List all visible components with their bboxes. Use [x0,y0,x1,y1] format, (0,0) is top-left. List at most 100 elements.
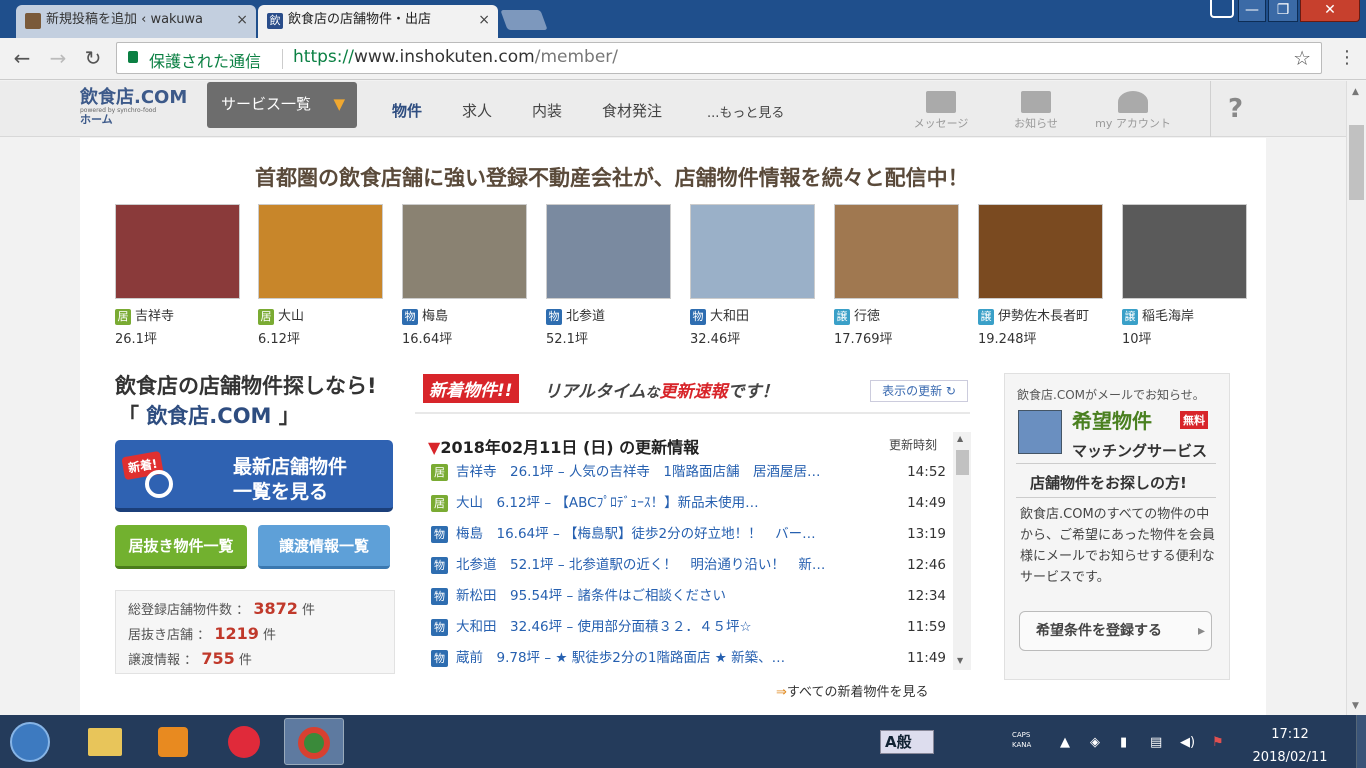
scroll-down-icon[interactable]: ▼ [1352,701,1359,711]
tab-new-post[interactable]: 新規投稿を追加 ‹ wakuwa × [16,5,256,38]
scroll-up-icon[interactable]: ▲ [957,434,963,443]
listing-label[interactable]: 物北参道 [546,305,671,325]
listing-thumbnail[interactable]: 物北参道 52.1坪 [546,204,671,347]
listing-label[interactable]: 譲行徳 [834,305,959,325]
close-tab-icon[interactable]: × [478,5,490,35]
profile-icon[interactable] [1210,0,1234,18]
update-row[interactable]: 物蔵前 9.78坪 – ★ 駅徒歩2分の1階路面店 ★ 新築、… 11:49 [431,648,946,670]
update-row[interactable]: 物大和田 32.46坪 – 使用部分面積３２．４５坪☆ 11:59 [431,617,946,639]
show-desktop-button[interactable] [1356,715,1366,768]
listing-photo[interactable] [546,204,671,299]
listing-thumbnail[interactable]: 物大和田 32.46坪 [690,204,815,347]
close-window-button[interactable]: ✕ [1300,0,1360,22]
update-row-link[interactable]: 吉祥寺 26.1坪 – 人気の吉祥寺 1階路面店舗 居酒屋居… [456,462,876,482]
listing-label[interactable]: 譲稲毛海岸 [1122,305,1247,325]
scroll-down-icon[interactable]: ▼ [957,656,963,665]
minimize-button[interactable]: — [1238,0,1266,22]
action-center-icon[interactable]: ⚑ [1212,735,1224,750]
update-row[interactable]: 居吉祥寺 26.1坪 – 人気の吉祥寺 1階路面店舗 居酒屋居… 14:52 [431,462,946,484]
back-button[interactable]: ← [10,46,34,70]
notice-button[interactable]: お知らせ [1005,91,1067,131]
bookmark-star-icon[interactable]: ☆ [1293,46,1311,70]
update-row-link[interactable]: 梅島 16.64坪 – 【梅島駅】徒歩2分の好立地！！ バー… [456,524,876,544]
tab-inshokuten[interactable]: 飲 飲食店の店舗物件・出店 × [258,5,498,38]
listing-place: 伊勢佐木長者町 [998,309,1090,324]
battery-icon[interactable]: ▮ [1120,735,1127,750]
reload-button[interactable]: ↻ [81,46,105,70]
network-icon[interactable]: ▤ [1150,735,1162,750]
show-hidden-icons[interactable]: ▲ [1060,735,1070,750]
update-row[interactable]: 居大山 6.12坪 – 【ABCﾌﾟﾛﾃﾞｭｰｽ！】新品未使用… 14:49 [431,493,946,515]
arrow-icon: ⇒ [776,685,787,700]
latest-listings-button[interactable]: 新着! 最新店舗物件 一覧を見る [115,440,393,512]
listing-photo[interactable] [834,204,959,299]
nav-interior[interactable]: 内装 [532,100,562,121]
update-row-time: 11:49 [907,650,946,666]
transfer-info-button[interactable]: 譲渡情報一覧 [258,525,390,569]
windows-start-icon[interactable] [10,722,50,762]
url-text[interactable]: https://www.inshokuten.com/member/ [293,47,618,67]
forward-button[interactable]: → [46,46,70,70]
scroll-up-icon[interactable]: ▲ [1352,87,1359,97]
dropbox-icon[interactable]: ◈ [1090,735,1100,750]
nav-food-order[interactable]: 食材発注 [602,100,662,121]
listing-label[interactable]: 物大和田 [690,305,815,325]
service-menu-button[interactable]: サービス一覧 ▼ [207,82,357,128]
listing-photo[interactable] [402,204,527,299]
system-clock[interactable]: 17:12 2018/02/11 [1250,723,1330,768]
update-row-link[interactable]: 大和田 32.46坪 – 使用部分面積３２．４５坪☆ [456,617,876,637]
ime-indicator[interactable]: A般 [880,730,934,754]
update-row-link[interactable]: 北参道 52.1坪 – 北参道駅の近く！ 明治通り沿い！ 新… [456,555,876,575]
message-button[interactable]: メッセージ [910,91,972,131]
new-tab-button[interactable] [500,10,548,30]
taskbar-itunes[interactable] [214,718,274,765]
listing-photo[interactable] [690,204,815,299]
listing-label[interactable]: 居吉祥寺 [115,305,240,325]
listing-thumbnail[interactable]: 譲伊勢佐木長者町 19.248坪 [978,204,1103,347]
update-row[interactable]: 物梅島 16.64坪 – 【梅島駅】徒歩2分の好立地！！ バー… 13:19 [431,524,946,546]
help-button[interactable]: ? [1210,81,1260,137]
update-row-link[interactable]: 大山 6.12坪 – 【ABCﾌﾟﾛﾃﾞｭｰｽ！】新品未使用… [456,493,876,513]
listing-label[interactable]: 譲伊勢佐木長者町 [978,305,1103,325]
list-scrollbar[interactable]: ▲ ▼ [953,432,971,670]
page-scrollbar[interactable]: ▲ ▼ [1346,81,1366,715]
update-row-link[interactable]: 新松田 95.54坪 – 諸条件はご相談ください [456,586,876,606]
media-player-icon [158,727,188,757]
listing-thumbnail[interactable]: 譲稲毛海岸 10坪 [1122,204,1247,347]
site-logo[interactable]: 飲食店.COM powered by synchro-food ホーム [80,89,187,126]
nav-property[interactable]: 物件 [392,100,422,121]
taskbar-explorer[interactable] [76,718,136,765]
listing-label[interactable]: 居大山 [258,305,383,325]
tab-label: 飲食店の店舗物件・出店 [288,12,432,27]
account-button[interactable]: my アカウント [1088,91,1178,131]
close-tab-icon[interactable]: × [236,5,248,35]
maximize-button[interactable]: ❐ [1268,0,1298,22]
update-row[interactable]: 物新松田 95.54坪 – 諸条件はご相談ください 12:34 [431,586,946,608]
update-row[interactable]: 物北参道 52.1坪 – 北参道駅の近く！ 明治通り沿い！ 新… 12:46 [431,555,946,577]
listing-photo[interactable] [115,204,240,299]
refresh-button[interactable]: 表示の更新 ↻ [870,380,968,402]
nav-jobs[interactable]: 求人 [462,100,492,121]
nav-more[interactable]: ...もっと見る [707,102,784,121]
register-conditions-button[interactable]: 希望条件を登録する ▸ [1019,611,1212,651]
scroll-thumb[interactable] [956,450,969,475]
update-row-link[interactable]: 蔵前 9.78坪 – ★ 駅徒歩2分の1階路面店 ★ 新築、… [456,648,876,668]
browser-menu-icon[interactable]: ⋮ [1338,47,1356,68]
listing-photo[interactable] [1122,204,1247,299]
taskbar-media-player[interactable] [142,718,202,765]
listing-thumbnail[interactable]: 居吉祥寺 26.1坪 [115,204,240,347]
address-bar[interactable]: 保護された通信 https://www.inshokuten.com/membe… [116,42,1322,74]
divider [415,412,970,414]
inuki-listings-button[interactable]: 居抜き物件一覧 [115,525,247,569]
magnifier-icon [145,470,173,498]
volume-icon[interactable]: ◀) [1180,735,1195,750]
listing-thumbnail[interactable]: 居大山 6.12坪 [258,204,383,347]
scroll-thumb[interactable] [1349,125,1364,200]
listing-thumbnail[interactable]: 譲行徳 17.769坪 [834,204,959,347]
listing-photo[interactable] [978,204,1103,299]
listing-label[interactable]: 物梅島 [402,305,527,325]
listing-thumbnail[interactable]: 物梅島 16.64坪 [402,204,527,347]
see-all-link[interactable]: ⇒すべての新着物件を見る [776,681,928,700]
listing-photo[interactable] [258,204,383,299]
taskbar-chrome[interactable] [284,718,344,765]
